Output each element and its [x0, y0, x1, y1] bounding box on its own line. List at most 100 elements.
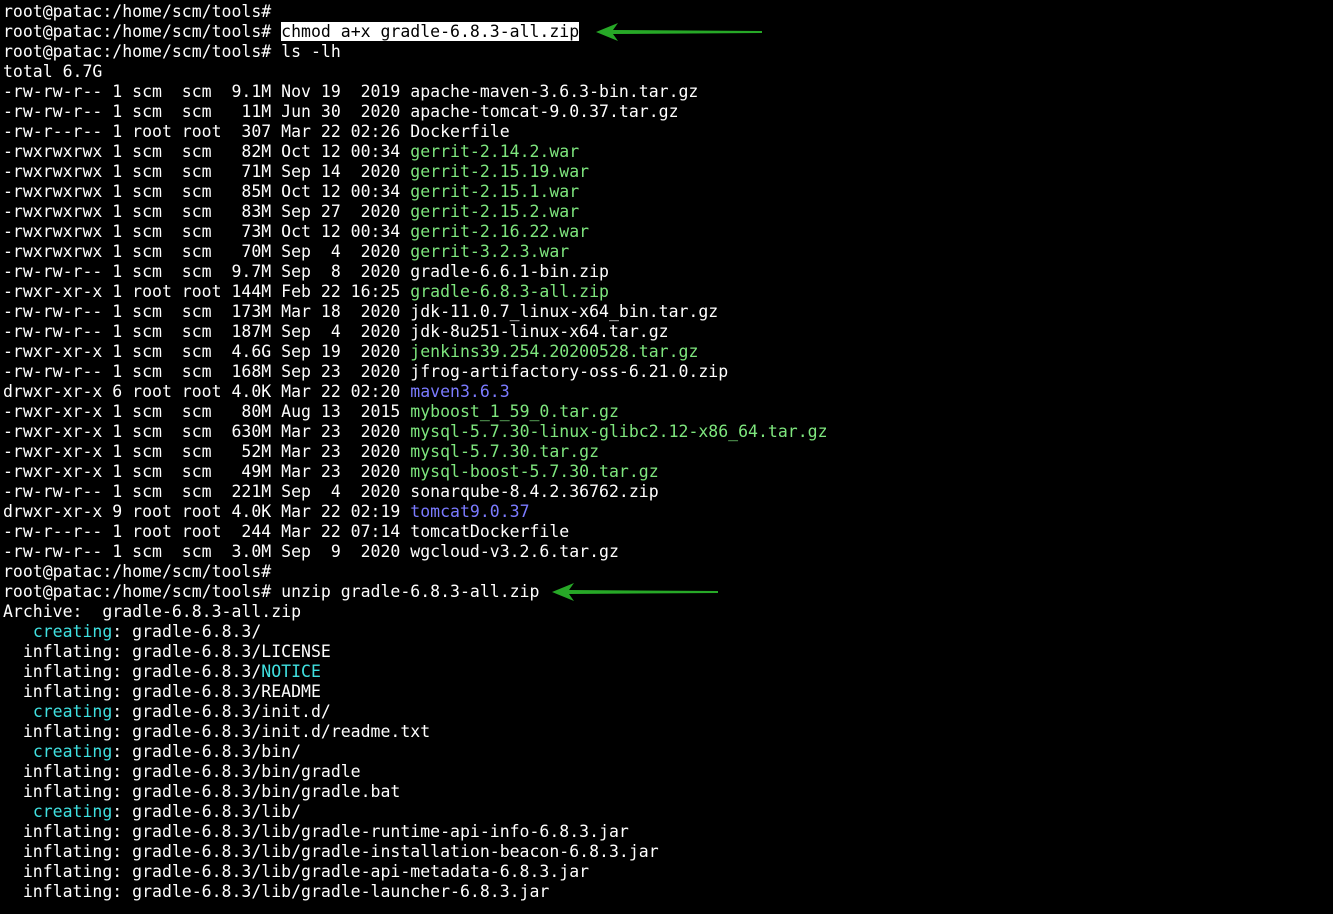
selected-command-text: chmod a+x gradle-6.8.3-all.zip	[281, 22, 580, 41]
terminal-line: -rw-r--r-- 1 root root 307 Mar 22 02:26 …	[3, 122, 828, 142]
terminal-line: -rwxrwxrwx 1 scm scm 83M Sep 27 2020 ger…	[3, 202, 828, 222]
terminal-text: inflating: gradle-6.8.3/bin/gradle.bat	[3, 782, 401, 801]
terminal-line: -rwxrwxrwx 1 scm scm 71M Sep 14 2020 ger…	[3, 162, 828, 182]
terminal-text: : gradle-6.8.3/bin/	[112, 742, 302, 761]
terminal-text: tomcat9.0.37	[410, 502, 530, 521]
terminal-text: -rw-r--r-- 1 root root 244 Mar 22 07:14 …	[3, 522, 570, 541]
terminal-text: -rwxrwxrwx 1 scm scm 85M Oct 12 00:34	[3, 182, 411, 201]
terminal-text: -rwxrwxrwx 1 scm scm 73M Oct 12 00:34	[3, 222, 411, 241]
terminal-line: -rwxrwxrwx 1 scm scm 73M Oct 12 00:34 ge…	[3, 222, 828, 242]
terminal-text: gerrit-2.15.19.war	[410, 162, 590, 181]
terminal-line: -rwxrwxrwx 1 scm scm 70M Sep 4 2020 gerr…	[3, 242, 828, 262]
terminal-line: inflating: gradle-6.8.3/bin/gradle	[3, 762, 828, 782]
terminal-text: creating	[32, 802, 113, 821]
terminal-line: -rw-rw-r-- 1 scm scm 187M Sep 4 2020 jdk…	[3, 322, 828, 342]
terminal-text: : gradle-6.8.3/	[112, 622, 262, 641]
terminal-line: -rw-rw-r-- 1 scm scm 168M Sep 23 2020 jf…	[3, 362, 828, 382]
terminal-text: creating	[32, 702, 113, 721]
terminal-line: inflating: gradle-6.8.3/lib/gradle-launc…	[3, 882, 828, 902]
terminal-text: drwxr-xr-x 9 root root 4.0K Mar 22 02:19	[3, 502, 411, 521]
terminal-line: creating: gradle-6.8.3/bin/	[3, 742, 828, 762]
annotation-arrow-unzip-icon	[552, 583, 718, 601]
terminal-text: Archive: gradle-6.8.3-all.zip	[3, 602, 302, 621]
terminal-text: -rw-rw-r-- 1 scm scm 3.0M Sep 9 2020 wgc…	[3, 542, 619, 561]
terminal-text: inflating: gradle-6.8.3/init.d/readme.tx…	[3, 722, 431, 741]
terminal-window[interactable]: root@patac:/home/scm/tools# root@patac:/h…	[0, 0, 1333, 914]
terminal-line: creating: gradle-6.8.3/	[3, 622, 828, 642]
terminal-line: drwxr-xr-x 9 root root 4.0K Mar 22 02:19…	[3, 502, 828, 522]
terminal-text: total 6.7G	[3, 62, 103, 81]
terminal-text: inflating: gradle-6.8.3/LICENSE	[3, 642, 331, 661]
terminal-text: -rw-rw-r-- 1 scm scm 9.1M Nov 19 2019 ap…	[3, 82, 699, 101]
terminal-text: -rwxrwxrwx 1 scm scm 71M Sep 14 2020	[3, 162, 411, 181]
terminal-text: inflating: gradle-6.8.3/lib/gradle-api-m…	[3, 862, 590, 881]
terminal-text: -rwxrwxrwx 1 scm scm 70M Sep 4 2020	[3, 242, 411, 261]
terminal-output: root@patac:/home/scm/tools# root@patac:/h…	[3, 2, 828, 902]
terminal-line: -rwxr-xr-x 1 scm scm 49M Mar 23 2020 mys…	[3, 462, 828, 482]
terminal-text: : gradle-6.8.3/init.d/	[112, 702, 331, 721]
terminal-line: -rwxr-xr-x 1 scm scm 630M Mar 23 2020 my…	[3, 422, 828, 442]
terminal-text: gerrit-2.15.1.war	[410, 182, 580, 201]
terminal-line: creating: gradle-6.8.3/init.d/	[3, 702, 828, 722]
terminal-line: -rw-rw-r-- 1 scm scm 3.0M Sep 9 2020 wgc…	[3, 542, 828, 562]
terminal-text: mysql-5.7.30-linux-glibc2.12-x86_64.tar.…	[410, 422, 828, 441]
terminal-line: total 6.7G	[3, 62, 828, 82]
terminal-text: -rwxr-xr-x 1 root root 144M Feb 22 16:25	[3, 282, 411, 301]
terminal-line: -rwxr-xr-x 1 root root 144M Feb 22 16:25…	[3, 282, 828, 302]
terminal-line: inflating: gradle-6.8.3/lib/gradle-runti…	[3, 822, 828, 842]
terminal-text: gerrit-2.14.2.war	[410, 142, 580, 161]
terminal-text: inflating: gradle-6.8.3/lib/gradle-runti…	[3, 822, 629, 841]
terminal-text: root@patac:/home/scm/tools# ls -lh	[3, 42, 341, 61]
annotation-arrow-chmod-icon	[596, 23, 762, 41]
terminal-text: root@patac:/home/scm/tools#	[3, 2, 272, 21]
terminal-text: drwxr-xr-x 6 root root 4.0K Mar 22 02:20	[3, 382, 411, 401]
terminal-line: inflating: gradle-6.8.3/lib/gradle-insta…	[3, 842, 828, 862]
terminal-text: -rw-rw-r-- 1 scm scm 187M Sep 4 2020 jdk…	[3, 322, 669, 341]
terminal-line: -rwxr-xr-x 1 scm scm 80M Aug 13 2015 myb…	[3, 402, 828, 422]
terminal-text: NOTICE	[261, 662, 321, 681]
terminal-text: -rw-rw-r-- 1 scm scm 9.7M Sep 8 2020 gra…	[3, 262, 609, 281]
terminal-text: root@patac:/home/scm/tools#	[3, 562, 272, 581]
terminal-line: inflating: gradle-6.8.3/lib/gradle-api-m…	[3, 862, 828, 882]
terminal-line: -rw-rw-r-- 1 scm scm 173M Mar 18 2020 jd…	[3, 302, 828, 322]
terminal-text: -rwxrwxrwx 1 scm scm 83M Sep 27 2020	[3, 202, 411, 221]
terminal-line: -rwxr-xr-x 1 scm scm 52M Mar 23 2020 mys…	[3, 442, 828, 462]
terminal-text: inflating: gradle-6.8.3/lib/gradle-insta…	[3, 842, 659, 861]
terminal-text: jenkins39.254.20200528.tar.gz	[410, 342, 699, 361]
terminal-text: -rw-rw-r-- 1 scm scm 221M Sep 4 2020 son…	[3, 482, 659, 501]
terminal-text: maven3.6.3	[410, 382, 510, 401]
terminal-text: : gradle-6.8.3/lib/	[112, 802, 302, 821]
terminal-text: creating	[32, 622, 113, 641]
terminal-line: -rw-rw-r-- 1 scm scm 221M Sep 4 2020 son…	[3, 482, 828, 502]
terminal-line: -rw-rw-r-- 1 scm scm 9.7M Sep 8 2020 gra…	[3, 262, 828, 282]
terminal-line: drwxr-xr-x 6 root root 4.0K Mar 22 02:20…	[3, 382, 828, 402]
terminal-line: inflating: gradle-6.8.3/bin/gradle.bat	[3, 782, 828, 802]
terminal-line: -rw-rw-r-- 1 scm scm 11M Jun 30 2020 apa…	[3, 102, 828, 122]
terminal-line: inflating: gradle-6.8.3/LICENSE	[3, 642, 828, 662]
terminal-line: -rw-rw-r-- 1 scm scm 9.1M Nov 19 2019 ap…	[3, 82, 828, 102]
terminal-text: gerrit-3.2.3.war	[410, 242, 570, 261]
terminal-line: creating: gradle-6.8.3/lib/	[3, 802, 828, 822]
terminal-line: Archive: gradle-6.8.3-all.zip	[3, 602, 828, 622]
terminal-text: -rwxr-xr-x 1 scm scm 80M Aug 13 2015	[3, 402, 411, 421]
terminal-text: root@patac:/home/scm/tools# unzip gradle…	[3, 582, 540, 601]
terminal-text: -rw-rw-r-- 1 scm scm 168M Sep 23 2020 jf…	[3, 362, 729, 381]
terminal-text: inflating: gradle-6.8.3/lib/gradle-launc…	[3, 882, 550, 901]
terminal-line: -rw-r--r-- 1 root root 244 Mar 22 07:14 …	[3, 522, 828, 542]
terminal-text: inflating: gradle-6.8.3/bin/gradle	[3, 762, 361, 781]
terminal-text: inflating: gradle-6.8.3/README	[3, 682, 321, 701]
terminal-line: inflating: gradle-6.8.3/init.d/readme.tx…	[3, 722, 828, 742]
terminal-text: -rwxr-xr-x 1 scm scm 52M Mar 23 2020	[3, 442, 411, 461]
terminal-text: gerrit-2.15.2.war	[410, 202, 580, 221]
terminal-text: -rw-rw-r-- 1 scm scm 11M Jun 30 2020 apa…	[3, 102, 679, 121]
terminal-text: -rwxr-xr-x 1 scm scm 4.6G Sep 19 2020	[3, 342, 411, 361]
terminal-text: inflating: gradle-6.8.3/	[3, 662, 262, 681]
terminal-line: root@patac:/home/scm/tools#	[3, 562, 828, 582]
terminal-line: root@patac:/home/scm/tools#	[3, 2, 828, 22]
terminal-text: -rwxr-xr-x 1 scm scm 630M Mar 23 2020	[3, 422, 411, 441]
terminal-text: gerrit-2.16.22.war	[410, 222, 590, 241]
terminal-text: gradle-6.8.3-all.zip	[410, 282, 609, 301]
